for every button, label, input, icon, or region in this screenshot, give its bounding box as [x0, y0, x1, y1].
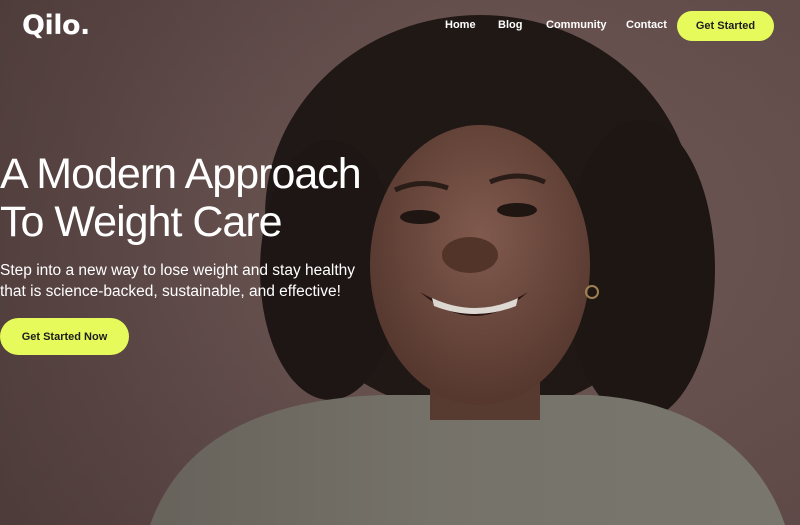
hero-title-line-2: To Weight Care [0, 198, 283, 246]
get-started-button[interactable]: Get Started [677, 11, 774, 41]
hero-subtitle: Step into a new way to lose weight and s… [0, 260, 400, 302]
nav-link-community[interactable]: Community [546, 19, 607, 31]
brand-logo[interactable]: Qilo. [22, 10, 90, 41]
get-started-now-button[interactable]: Get Started Now [0, 318, 129, 355]
hero-subtitle-line-2: that is science-backed, sustainable, and… [0, 283, 341, 300]
nav-link-blog[interactable]: Blog [498, 19, 522, 31]
hero-title-line-1: A Modern Approach [0, 150, 362, 198]
nav-link-contact[interactable]: Contact [626, 19, 667, 31]
hero-subtitle-line-1: Step into a new way to lose weight and s… [0, 262, 355, 279]
nav-link-home[interactable]: Home [445, 19, 476, 31]
top-navigation: Qilo. Home Blog Community Contact Get St… [0, 0, 800, 52]
hero-title: A Modern Approach To Weight Care [0, 150, 362, 246]
